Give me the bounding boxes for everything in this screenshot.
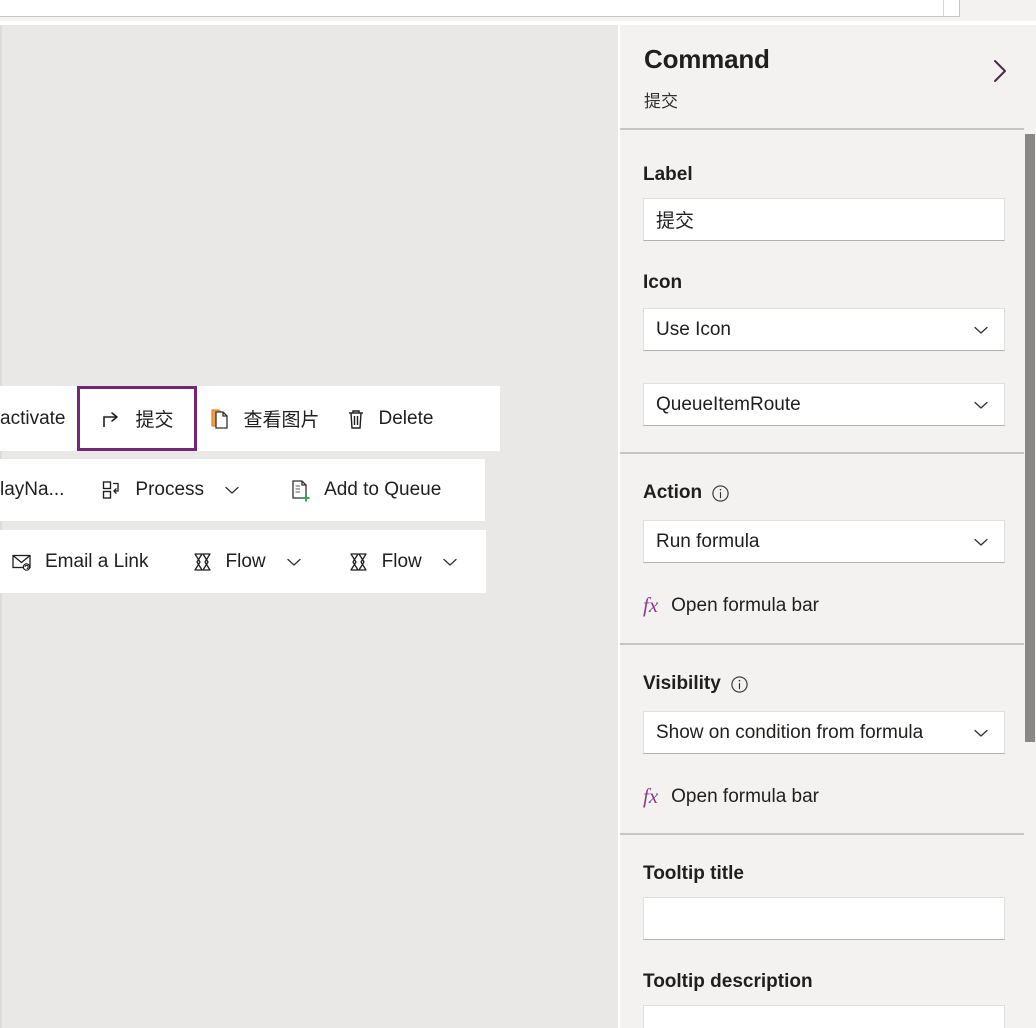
- chevron-down-icon[interactable]: [221, 479, 243, 501]
- canvas-left-edge: [0, 25, 2, 1028]
- command-label: layNa...: [0, 479, 65, 500]
- command-label: 提交: [135, 410, 174, 431]
- field-label-label: Label: [643, 164, 693, 186]
- command-item-flow-1[interactable]: Flow: [179, 530, 317, 593]
- panel-divider: [620, 643, 1036, 645]
- panel-divider: [620, 833, 1036, 835]
- command-item-flow-2[interactable]: Flow: [335, 530, 473, 593]
- field-tooltip-title-text: Tooltip title: [643, 863, 744, 884]
- fx-icon: fx: [643, 593, 659, 617]
- page-icon: [209, 407, 233, 431]
- command-item-displayname-truncated[interactable]: layNa...: [0, 459, 76, 521]
- icon-picker-value: QueueItemRoute: [656, 393, 801, 415]
- command-item-activate[interactable]: activate: [0, 386, 77, 451]
- field-visibility-text: Visibility: [643, 673, 721, 694]
- flow-icon: [191, 550, 215, 574]
- chevron-right-icon[interactable]: [982, 53, 1018, 89]
- visibility-value: Show on condition from formula: [656, 721, 924, 743]
- fx-icon: fx: [643, 784, 659, 808]
- route-arrow-icon: [100, 407, 124, 431]
- command-item-view-image[interactable]: 查看图片: [197, 386, 332, 451]
- chevron-down-icon[interactable]: [439, 551, 461, 573]
- command-item-delete[interactable]: Delete: [332, 386, 446, 451]
- field-label-action: Action: [643, 482, 730, 504]
- info-icon[interactable]: [711, 484, 730, 503]
- chevron-down-icon[interactable]: [283, 551, 305, 573]
- command-row: layNa... Process Add to Queue: [0, 459, 485, 521]
- panel-divider: [620, 128, 1036, 130]
- top-search-field[interactable]: [0, 0, 960, 17]
- command-label: Process: [135, 479, 205, 500]
- icon-mode-value: Use Icon: [656, 318, 731, 340]
- page-title: Command: [644, 44, 770, 74]
- icon-picker-dropdown[interactable]: QueueItemRoute: [643, 383, 1005, 426]
- field-label-icon: Icon: [643, 272, 682, 294]
- chevron-down-icon: [970, 394, 992, 416]
- action-open-formula-bar-link[interactable]: fx Open formula bar: [643, 593, 819, 618]
- action-dropdown[interactable]: Run formula: [643, 520, 1005, 563]
- label-input[interactable]: 提交: [643, 198, 1005, 241]
- panel-scrollbar-thumb[interactable]: [1025, 134, 1035, 742]
- field-label-tooltip-description: Tooltip description: [643, 971, 813, 993]
- field-label-text: Label: [643, 164, 693, 185]
- flow-icon: [347, 550, 371, 574]
- tooltip-title-input[interactable]: [643, 897, 1005, 940]
- command-label: 查看图片: [243, 410, 320, 431]
- panel-divider: [620, 452, 1036, 454]
- command-item-submit-selected[interactable]: 提交: [77, 386, 197, 451]
- chevron-down-icon: [970, 722, 992, 744]
- field-label-visibility: Visibility: [643, 673, 749, 695]
- label-input-value: 提交: [656, 211, 695, 232]
- command-label: Delete: [378, 407, 434, 429]
- command-item-add-to-queue[interactable]: Add to Queue: [277, 459, 453, 521]
- designer-canvas: [0, 25, 618, 1028]
- field-action-text: Action: [643, 482, 703, 503]
- top-strip: [0, 0, 1036, 22]
- trash-icon: [344, 407, 368, 431]
- command-item-process[interactable]: Process: [88, 459, 255, 521]
- panel-header: Command 提交: [620, 25, 1036, 128]
- command-label: activate: [0, 407, 66, 429]
- top-search-input[interactable]: [0, 0, 944, 16]
- visibility-dropdown[interactable]: Show on condition from formula: [643, 711, 1005, 754]
- visibility-open-formula-bar-link[interactable]: fx Open formula bar: [643, 784, 819, 809]
- email-link-icon: [10, 550, 34, 574]
- command-label: Flow: [381, 550, 422, 572]
- command-label: Flow: [225, 550, 266, 572]
- icon-mode-dropdown[interactable]: Use Icon: [643, 308, 1005, 351]
- field-tooltip-description-text: Tooltip description: [643, 971, 813, 992]
- tooltip-description-input[interactable]: [643, 1005, 1005, 1028]
- add-to-queue-icon: [289, 478, 313, 502]
- chevron-down-icon: [970, 319, 992, 341]
- visibility-formula-link-label: Open formula bar: [671, 785, 820, 807]
- command-row: activate 提交 查看图片 Delete: [0, 386, 500, 451]
- chevron-down-icon: [970, 531, 992, 553]
- action-formula-link-label: Open formula bar: [671, 594, 820, 616]
- command-label: Email a Link: [45, 550, 149, 572]
- info-icon[interactable]: [730, 675, 749, 694]
- process-icon: [100, 478, 124, 502]
- panel-subtitle: 提交: [644, 92, 678, 111]
- command-row: Email a Link Flow Flow: [0, 530, 486, 593]
- properties-panel: Command 提交 Label 提交 Icon Use Icon QueueI…: [620, 25, 1036, 1028]
- field-label-tooltip-title: Tooltip title: [643, 863, 744, 885]
- panel-scrollbar-track[interactable]: [1024, 128, 1036, 1028]
- action-value: Run formula: [656, 530, 760, 552]
- app-root: activate 提交 查看图片 Delete layNa... Process…: [0, 0, 1036, 1028]
- command-label: Add to Queue: [324, 479, 442, 500]
- field-icon-text: Icon: [643, 272, 683, 293]
- command-item-email-a-link[interactable]: Email a Link: [0, 530, 161, 593]
